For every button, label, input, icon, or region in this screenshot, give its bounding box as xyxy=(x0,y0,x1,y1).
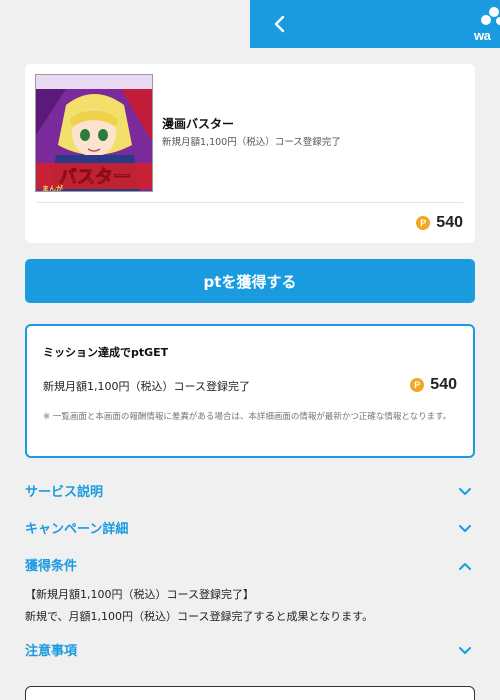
thumbnail-small-text: まんが xyxy=(42,184,63,192)
card-divider xyxy=(37,202,463,203)
mission-condition: 新規月額1,100円（税込）コース登録完了 xyxy=(43,380,250,393)
mission-note: ※ 一覧画面と本画面の報酬情報に差異がある場合は、本詳細画面の情報が最新かつ正確… xyxy=(43,412,452,422)
get-points-button[interactable]: ptを獲得する xyxy=(25,259,475,303)
conditions-line-2: 新規で、月額1,100円（税込）コース登録完了すると成果となります。 xyxy=(25,610,374,623)
section-campaign-header[interactable]: キャンペーン詳細 xyxy=(25,518,475,540)
brand-logo[interactable]: wa xyxy=(474,6,500,42)
point-coin-icon: P xyxy=(416,216,431,230)
thumbnail-title-text: バスター xyxy=(59,167,131,188)
chevron-down-icon xyxy=(459,647,471,654)
chevron-up-icon xyxy=(459,563,471,570)
offer-subtitle: 新規月額1,100円（税込）コース登録完了 xyxy=(162,137,341,148)
section-notes-header[interactable]: 注意事項 xyxy=(25,640,475,662)
point-coin-icon: P xyxy=(410,378,425,392)
logo-mark-icon xyxy=(481,7,500,25)
offer-points-value: 540 xyxy=(436,214,463,231)
header-bar: wa xyxy=(250,0,500,48)
offer-card: バスター まんが 漫画バスター 新規月額1,100円（税込）コース登録完了 P … xyxy=(25,64,475,243)
manga-thumbnail-image: バスター まんが xyxy=(36,75,152,192)
section-service-title: サービス説明 xyxy=(25,485,104,500)
section-conditions-header[interactable]: 獲得条件 xyxy=(25,555,475,577)
offer-points: P 540 xyxy=(416,214,463,232)
section-campaign-title: キャンペーン詳細 xyxy=(25,522,129,537)
mission-box: ミッション達成でptGET 新規月額1,100円（税込）コース登録完了 P 54… xyxy=(25,324,475,458)
bottom-panel[interactable] xyxy=(25,686,475,700)
section-notes-title: 注意事項 xyxy=(25,644,78,659)
mission-points: P 540 xyxy=(410,376,457,394)
chevron-down-icon xyxy=(459,525,471,532)
chevron-left-icon xyxy=(274,15,285,33)
logo-text: wa xyxy=(474,28,491,42)
section-service-header[interactable]: サービス説明 xyxy=(25,481,475,503)
chevron-down-icon xyxy=(459,488,471,495)
back-button[interactable] xyxy=(266,10,294,38)
section-conditions-title: 獲得条件 xyxy=(25,559,78,574)
mission-title: ミッション達成でptGET xyxy=(43,346,169,359)
offer-thumbnail[interactable]: バスター まんが xyxy=(35,74,153,192)
offer-title: 漫画バスター xyxy=(162,117,235,131)
conditions-line-1: 【新規月額1,100円（税込）コース登録完了】 xyxy=(25,588,254,601)
mission-points-value: 540 xyxy=(430,376,457,393)
